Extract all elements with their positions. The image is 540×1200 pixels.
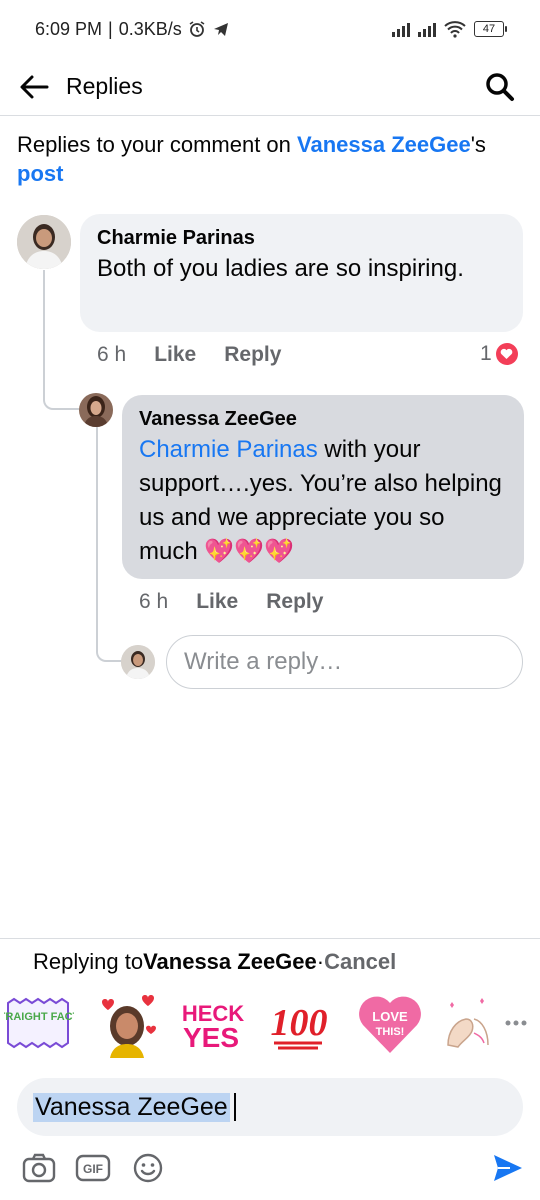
- comment-actions: 6 h Like Reply: [97, 343, 309, 367]
- gif-icon: GIF: [75, 1154, 111, 1182]
- context-post-link[interactable]: post: [17, 161, 63, 186]
- back-button[interactable]: [0, 58, 66, 116]
- replies-context: Replies to your comment on Vanessa ZeeGe…: [17, 130, 527, 188]
- wifi-icon: [444, 21, 466, 38]
- replying-to-bar: Replying to Vanessa ZeeGee · Cancel: [0, 938, 540, 984]
- comment-reaction[interactable]: 1: [480, 342, 518, 366]
- context-author-link[interactable]: Vanessa ZeeGee: [297, 132, 471, 157]
- gif-button[interactable]: GIF: [73, 1150, 113, 1186]
- search-button[interactable]: [470, 58, 530, 116]
- text-caret: [233, 1093, 236, 1121]
- reaction-count: 1: [480, 342, 492, 365]
- comment-author[interactable]: Charmie Parinas: [97, 226, 507, 250]
- heart-icon: [495, 343, 518, 365]
- replying-separator: ·: [316, 948, 325, 974]
- status-time: 6:09 PM: [35, 18, 103, 39]
- sticker-yes-label: YES: [183, 1022, 239, 1053]
- signal-icon-2: [418, 21, 436, 37]
- sticker-suggestions: STRAIGHT FACTS HECKYES 100 LOVE THIS!: [0, 988, 540, 1064]
- emoji-button[interactable]: [128, 1150, 168, 1186]
- sticker-love-label: LOVE: [372, 1009, 408, 1024]
- sticker-hundred[interactable]: 100: [266, 988, 336, 1058]
- reply-time: 6 h: [139, 590, 169, 613]
- composer-toolbar: GIF: [0, 1140, 540, 1196]
- reply-reply-button[interactable]: Reply: [266, 590, 323, 614]
- comment-reply-button[interactable]: Reply: [224, 343, 281, 367]
- sticker-heck-yes[interactable]: HECK YES: [178, 988, 248, 1058]
- reply-author[interactable]: Vanessa ZeeGee: [139, 407, 508, 431]
- sticker-hundred-label: 100: [271, 1002, 328, 1044]
- replying-to-name: Vanessa ZeeGee: [143, 948, 317, 974]
- reply-actions: 6 h Like Reply: [139, 590, 351, 614]
- reply-body: Charmie Parinas with your support….yes. …: [139, 433, 508, 569]
- sticker-straight-facts-label: STRAIGHT FACTS: [4, 1011, 74, 1023]
- context-prefix: Replies to your comment on: [17, 132, 298, 157]
- status-right: 47: [392, 20, 507, 38]
- status-speed: 0.3KB/s: [118, 18, 182, 39]
- composer-mention-selected: Vanessa ZeeGee: [33, 1092, 230, 1122]
- status-separator: |: [108, 18, 113, 39]
- sticker-heart-hands[interactable]: [440, 988, 496, 1058]
- context-middle: 's: [470, 132, 486, 157]
- thread-line-main: [43, 270, 81, 410]
- arrow-left-icon: [20, 75, 49, 98]
- comment-like-button[interactable]: Like: [154, 343, 196, 367]
- write-reply-input[interactable]: Write a reply…: [166, 635, 523, 689]
- comment-composer-input[interactable]: Vanessa ZeeGee: [17, 1078, 523, 1136]
- reply-mention[interactable]: Charmie Parinas: [139, 436, 318, 463]
- more-icon: [505, 1020, 527, 1026]
- header: Replies: [0, 58, 540, 116]
- telegram-icon: [213, 23, 228, 36]
- signal-icon: [392, 21, 410, 37]
- sticker-this-label: THIS!: [376, 1026, 405, 1038]
- sticker-love-this[interactable]: LOVE THIS!: [355, 988, 425, 1058]
- send-icon: [494, 1155, 522, 1181]
- reply-like-button[interactable]: Like: [196, 590, 238, 614]
- search-icon: [486, 72, 514, 101]
- avatar-vanessa[interactable]: [79, 393, 113, 427]
- battery-icon: 47: [474, 21, 507, 37]
- status-bar: 6:09 PM | 0.3KB/s 47: [0, 0, 540, 58]
- status-left: 6:09 PM | 0.3KB/s: [35, 19, 230, 40]
- more-stickers-button[interactable]: [496, 988, 536, 1058]
- replying-prefix: Replying to: [33, 948, 144, 974]
- cancel-reply-button[interactable]: Cancel: [324, 949, 396, 975]
- thread-line-reply: [96, 426, 122, 662]
- comment-text: Both of you ladies are so inspiring.: [97, 255, 464, 282]
- reply-bubble[interactable]: Vanessa ZeeGee Charmie Parinas with your…: [122, 395, 524, 579]
- write-reply-placeholder: Write a reply…: [184, 648, 343, 675]
- page-title: Replies: [66, 73, 143, 99]
- send-button[interactable]: [488, 1150, 528, 1186]
- camera-icon: [22, 1153, 56, 1183]
- comment-bubble[interactable]: Charmie Parinas Both of you ladies are s…: [80, 214, 523, 332]
- avatar-charmie[interactable]: [17, 215, 71, 269]
- sticker-avatar-hearts[interactable]: [92, 988, 162, 1058]
- comment-time: 6 h: [97, 343, 127, 366]
- avatar-current-user: [121, 645, 155, 679]
- alarm-icon: [189, 21, 205, 37]
- camera-button[interactable]: [19, 1150, 59, 1186]
- sticker-straight-facts[interactable]: STRAIGHT FACTS: [4, 988, 74, 1058]
- smiley-icon: [133, 1153, 163, 1183]
- svg-text:GIF: GIF: [83, 1162, 103, 1176]
